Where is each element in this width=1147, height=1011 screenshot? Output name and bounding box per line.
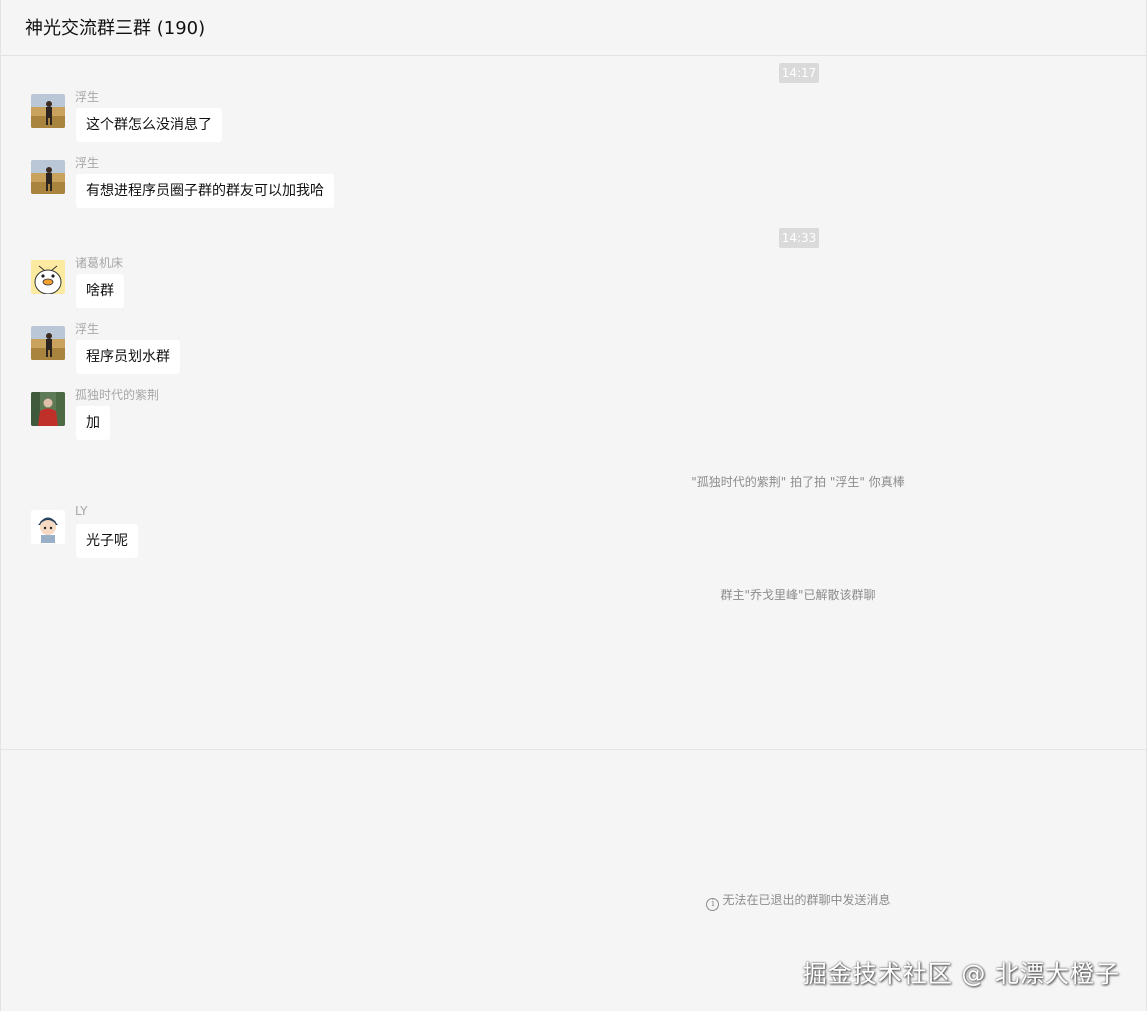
- timestamp: 14:17: [779, 63, 819, 83]
- message-bubble[interactable]: 这个群怎么没消息了: [76, 108, 222, 142]
- chat-title: 神光交流群三群 (190): [25, 18, 206, 39]
- person-on-grassland-avatar[interactable]: [31, 160, 65, 194]
- system-message-pat: "孤独时代的紫荆" 拍了拍 "浮生" 你真棒: [691, 475, 905, 489]
- message-bubble[interactable]: 有想进程序员圈子群的群友可以加我哈: [76, 174, 334, 208]
- cartoon-duck-avatar[interactable]: [31, 260, 65, 294]
- send-disabled-text: 无法在已退出的群聊中发送消息: [722, 893, 891, 907]
- message-bubble[interactable]: 加: [76, 406, 110, 440]
- sender-name: 诸葛机床: [75, 256, 124, 270]
- info-circle-icon: i: [706, 898, 720, 911]
- sender-name: 孤独时代的紫荆: [75, 388, 160, 402]
- chat-window: 神光交流群三群 (190) 14:17 浮生 这个群怎么没消息了 浮生 有想进程…: [0, 0, 1147, 1011]
- send-disabled-notice: i 无法在已退出的群聊中发送消息: [1, 891, 1146, 911]
- message-bubble[interactable]: 光子呢: [76, 524, 138, 558]
- sender-name: 浮生: [75, 156, 100, 170]
- cartoon-boy-avatar[interactable]: [31, 510, 65, 544]
- input-divider: [1, 749, 1146, 750]
- message-list[interactable]: 14:17 浮生 这个群怎么没消息了 浮生 有想进程序员圈子群的群友可以加我哈 …: [1, 57, 1146, 749]
- sender-name: 浮生: [75, 322, 100, 336]
- system-message-dissolved: 群主"乔戈里峰"已解散该群聊: [720, 588, 876, 602]
- red-jacket-person-avatar[interactable]: [31, 392, 65, 426]
- timestamp: 14:33: [779, 228, 819, 248]
- person-on-grassland-avatar[interactable]: [31, 326, 65, 360]
- watermark: 掘金技术社区 @ 北漂大橙子: [802, 960, 1120, 988]
- chat-header: 神光交流群三群 (190): [1, 0, 1146, 56]
- person-on-grassland-avatar[interactable]: [31, 94, 65, 128]
- sender-name: LY: [75, 504, 88, 518]
- message-bubble[interactable]: 程序员划水群: [76, 340, 180, 374]
- sender-name: 浮生: [75, 90, 100, 104]
- message-bubble[interactable]: 啥群: [76, 274, 124, 308]
